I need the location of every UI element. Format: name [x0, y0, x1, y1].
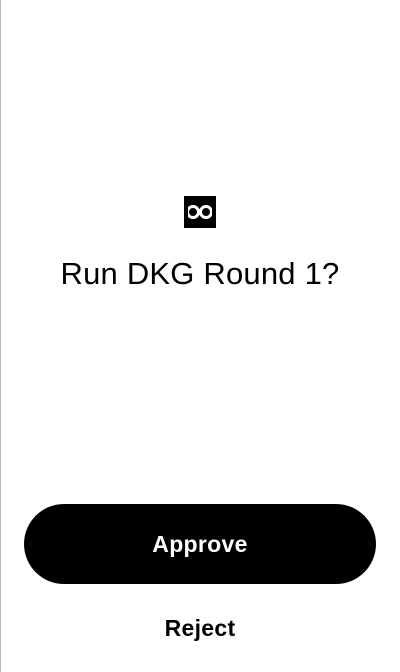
app-logo-icon: [184, 196, 216, 228]
approve-button[interactable]: Approve: [24, 504, 376, 584]
confirmation-screen: Run DKG Round 1? Approve Reject: [0, 0, 400, 672]
two-circle-logo-icon: [184, 196, 216, 228]
prompt-title: Run DKG Round 1?: [60, 256, 340, 291]
reject-button[interactable]: Reject: [120, 608, 280, 648]
